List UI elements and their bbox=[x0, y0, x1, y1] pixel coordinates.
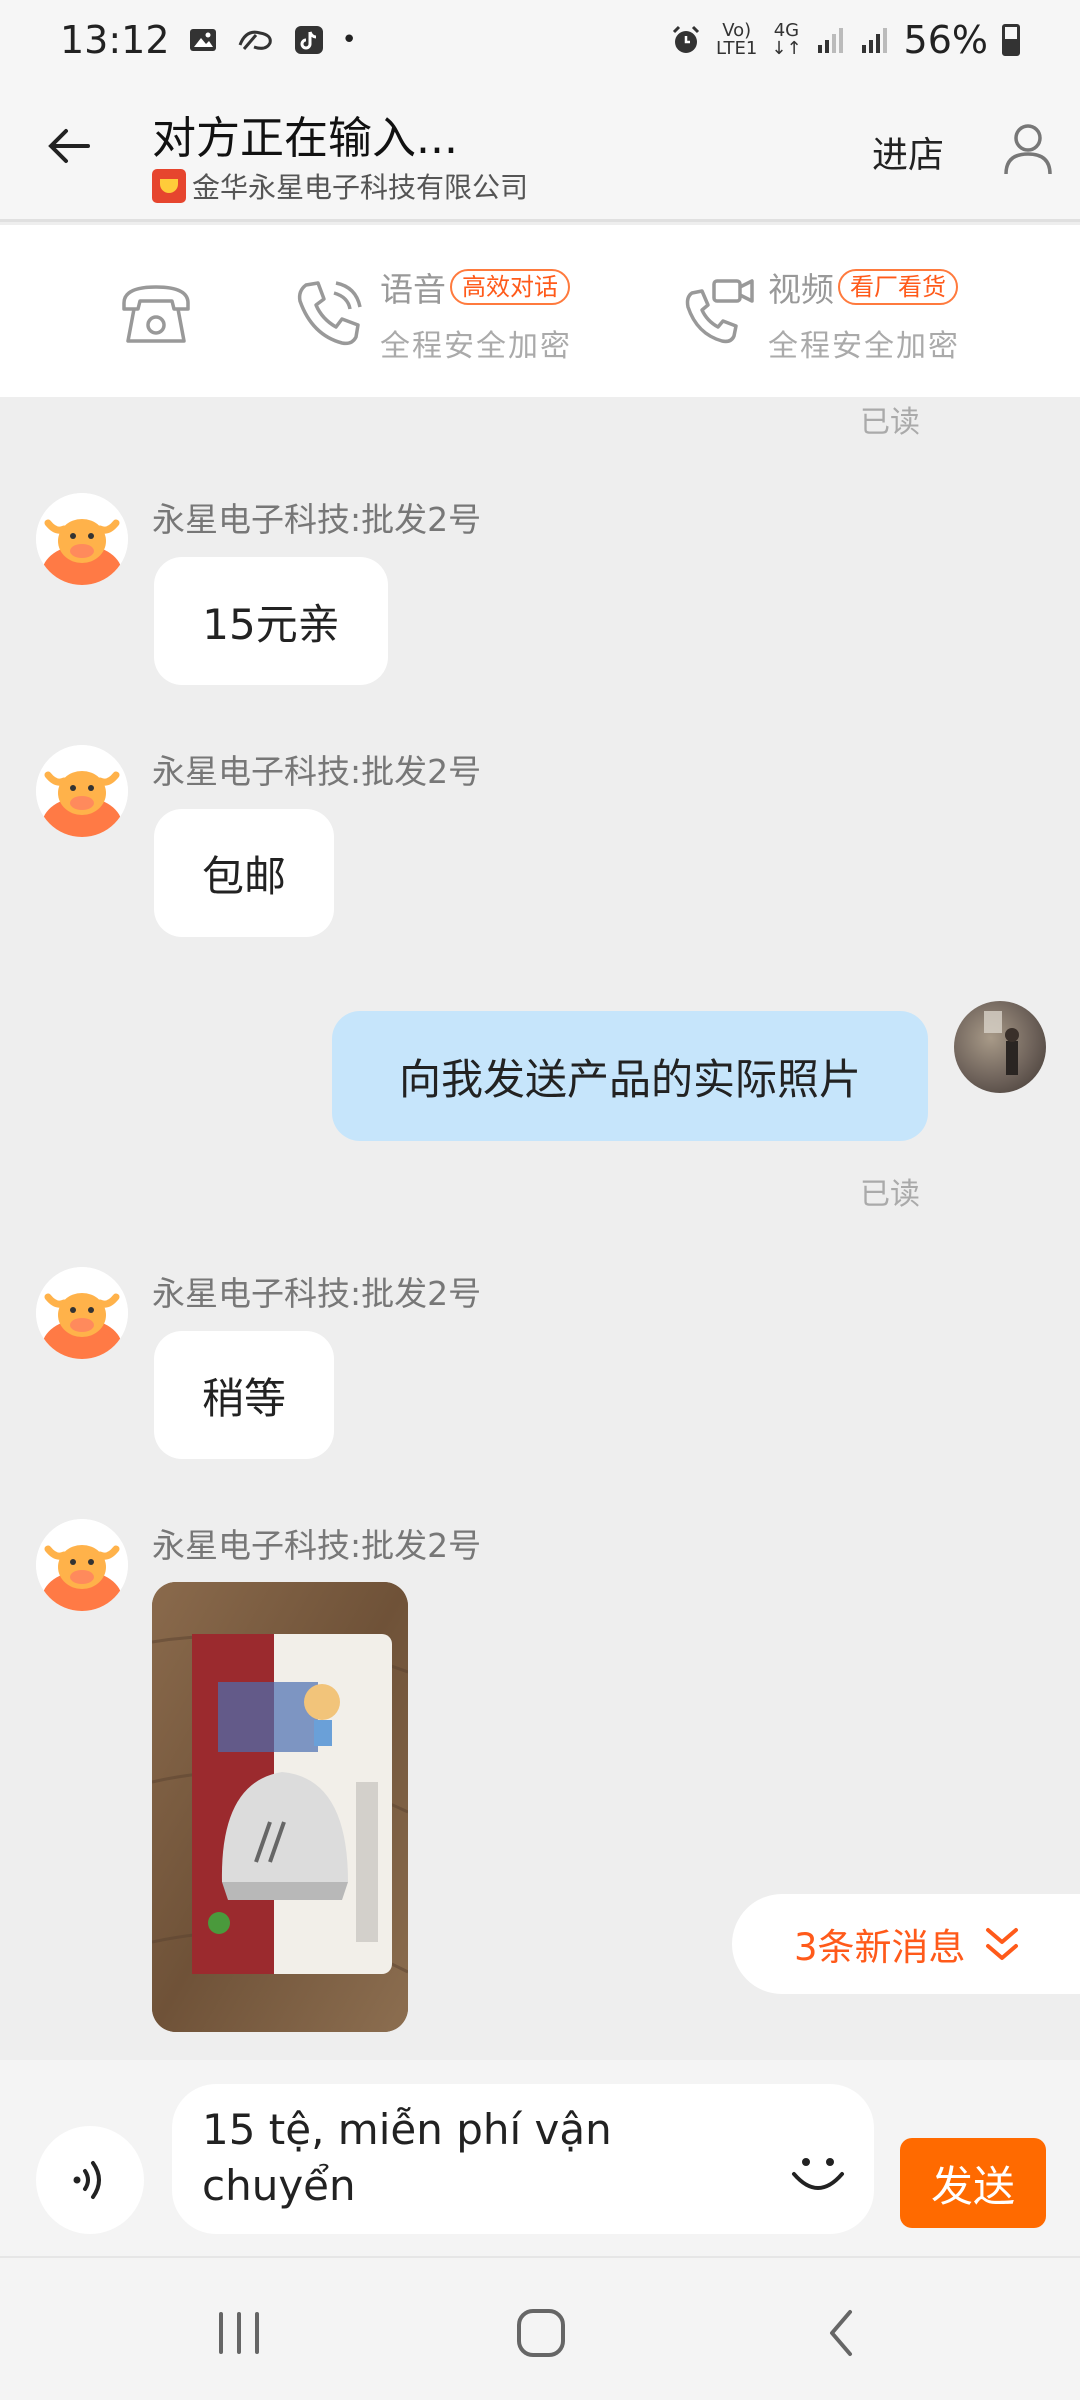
new-messages-label: 3条新消息 bbox=[794, 1926, 966, 1969]
chat-title: 对方正在输入... bbox=[152, 113, 458, 164]
message-bubble[interactable]: 稍等 bbox=[154, 1331, 334, 1459]
video-call-icon bbox=[685, 279, 754, 344]
seller-avatar[interactable] bbox=[36, 1519, 128, 1611]
back-arrow-icon[interactable] bbox=[40, 116, 100, 176]
cow-avatar-icon bbox=[36, 1267, 128, 1359]
product-photo[interactable] bbox=[152, 1582, 408, 2032]
voice-call-icon bbox=[297, 281, 362, 346]
company-name: 金华永星电子科技有限公司 bbox=[192, 171, 529, 204]
emoji-icon[interactable] bbox=[786, 2140, 850, 2204]
seller-avatar[interactable] bbox=[36, 745, 128, 837]
volte-indicator: Vo) LTE1 bbox=[715, 20, 758, 59]
telephone-icon[interactable] bbox=[116, 277, 196, 349]
seller-avatar[interactable] bbox=[36, 1267, 128, 1359]
input-bar: 15 tệ, miễn phí vận chuyển 发送 bbox=[0, 2060, 1080, 2256]
read-receipt: 已读 bbox=[860, 1177, 920, 1212]
call-options-bar: 语音 高效对话 全程安全加密 视频 看厂看货 全程安全加密 bbox=[0, 225, 1080, 397]
voice-call-button[interactable]: 语音 高效对话 全程安全加密 bbox=[292, 263, 572, 365]
cow-avatar-icon bbox=[36, 493, 128, 585]
voice-input-button[interactable] bbox=[36, 2126, 144, 2234]
voice-label: 语音 bbox=[380, 270, 446, 309]
message-bubble[interactable]: 包邮 bbox=[154, 809, 334, 937]
send-button[interactable]: 发送 bbox=[900, 2138, 1046, 2228]
video-call-button[interactable]: 视频 看厂看货 全程安全加密 bbox=[680, 263, 960, 365]
video-badge: 看厂看货 bbox=[838, 269, 958, 305]
chat-header: 对方正在输入... 金华永星电子科技有限公司 进店 bbox=[0, 80, 1080, 222]
status-bar: 13:12 • Vo) LTE1 4G ↓↑ 56% bbox=[0, 0, 1080, 80]
message-input[interactable]: 15 tệ, miễn phí vận chuyển bbox=[172, 2084, 874, 2234]
whistle-icon bbox=[238, 30, 272, 50]
product-photo-image bbox=[152, 1582, 408, 2032]
system-nav-bar bbox=[0, 2256, 1080, 2400]
voice-badge: 高效对话 bbox=[450, 269, 570, 305]
seller-avatar[interactable] bbox=[36, 493, 128, 585]
battery-icon bbox=[1002, 24, 1020, 56]
clock: 13:12 bbox=[60, 18, 170, 62]
read-receipt: 已读 bbox=[860, 405, 920, 440]
my-avatar-photo bbox=[984, 1011, 1019, 1075]
voice-wave-icon bbox=[73, 2161, 101, 2199]
alarm-icon bbox=[672, 25, 700, 53]
my-avatar[interactable] bbox=[954, 1001, 1046, 1093]
my-message-bubble[interactable]: 向我发送产品的实际照片 bbox=[332, 1011, 928, 1141]
video-label: 视频 bbox=[768, 270, 834, 309]
back-icon[interactable] bbox=[808, 2298, 878, 2368]
user-profile-icon[interactable] bbox=[998, 118, 1058, 178]
sender-name: 永星电子科技:批发2号 bbox=[152, 1274, 482, 1313]
home-icon[interactable] bbox=[506, 2298, 576, 2368]
new-messages-button[interactable]: 3条新消息 bbox=[732, 1894, 1080, 1994]
notification-dot: • bbox=[341, 25, 357, 55]
double-chevron-down-icon bbox=[985, 1928, 1018, 1960]
tiktok-icon bbox=[294, 26, 323, 54]
sender-name: 永星电子科技:批发2号 bbox=[152, 752, 482, 791]
sender-name: 永星电子科技:批发2号 bbox=[152, 500, 482, 539]
video-subtitle: 全程安全加密 bbox=[768, 329, 960, 364]
voice-subtitle: 全程安全加密 bbox=[380, 329, 572, 364]
company-name-row[interactable]: 金华永星电子科技有限公司 bbox=[152, 166, 528, 206]
battery-percent: 56% bbox=[903, 18, 988, 62]
cow-avatar-icon bbox=[36, 745, 128, 837]
shop-badge-icon bbox=[152, 169, 186, 203]
signal-icon bbox=[817, 28, 843, 53]
chat-messages-area[interactable]: 已读 永星电子科技:批发2号 15元亲 永星电子科技:批发2号 包邮 向我发送产… bbox=[0, 397, 1080, 2060]
image-icon bbox=[189, 29, 216, 51]
network-indicator: 4G ↓↑ bbox=[771, 20, 802, 59]
enter-shop-button[interactable]: 进店 bbox=[872, 126, 944, 178]
cow-avatar-icon bbox=[36, 1519, 128, 1611]
signal-icon-2 bbox=[861, 28, 887, 53]
recent-apps-icon[interactable] bbox=[204, 2298, 274, 2368]
message-bubble[interactable]: 15元亲 bbox=[154, 557, 388, 685]
sender-name: 永星电子科技:批发2号 bbox=[152, 1526, 482, 1565]
